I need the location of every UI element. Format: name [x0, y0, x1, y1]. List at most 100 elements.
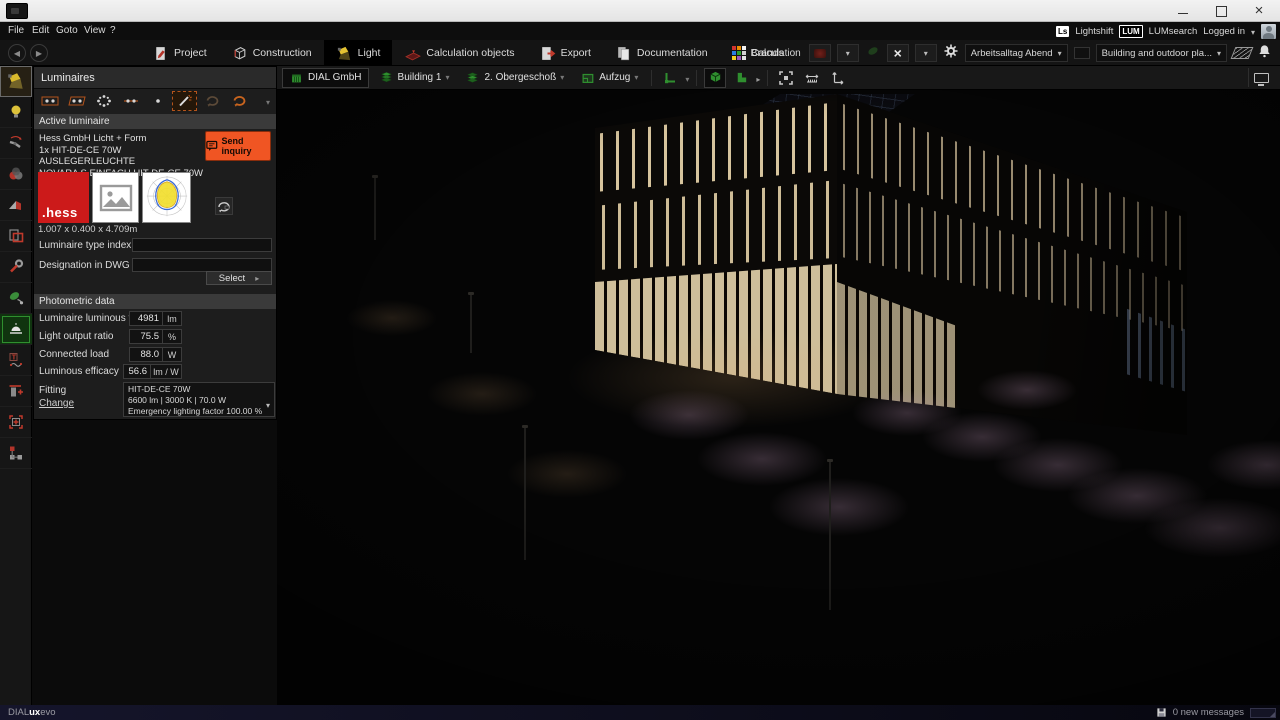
sidebar-item-lamps[interactable] [0, 97, 32, 128]
documentation-icon [615, 45, 632, 62]
calculation-objects-icon [404, 45, 421, 62]
speech-bubble-icon [206, 139, 218, 153]
zoom-fit-button[interactable] [775, 68, 797, 88]
single-luminaire-button[interactable] [145, 91, 170, 111]
load-unit: W [163, 347, 182, 362]
floor-select[interactable]: 2. Obergeschoß [459, 68, 570, 88]
display-options-button[interactable] [1248, 68, 1274, 87]
arrangement-more-dropdown[interactable] [266, 92, 270, 110]
user-avatar[interactable] [1261, 24, 1276, 39]
site-button[interactable]: DIAL GmbH [282, 68, 369, 88]
measure-height-button[interactable] [827, 68, 849, 88]
sidebar-item-tools[interactable] [0, 252, 32, 283]
view-3d-button[interactable] [704, 68, 726, 88]
lightshift-link[interactable]: Lightshift [1075, 26, 1113, 37]
photometric-diagram-thumbnail[interactable] [142, 172, 191, 223]
render-viewport[interactable] [277, 90, 1280, 705]
minimize-button[interactable] [1166, 0, 1200, 21]
calculation-options-dropdown[interactable] [915, 44, 937, 62]
load-value[interactable]: 88.0 [129, 347, 163, 362]
flux-value[interactable]: 4981 [129, 311, 163, 326]
sidebar-item-light-distribution[interactable] [0, 190, 32, 221]
tab-light[interactable]: Light [324, 40, 393, 66]
fitting-caret-icon[interactable] [266, 395, 270, 413]
fitting-select[interactable]: HIT-DE-CE 70W 6600 lm | 3000 K | 70.0 W … [123, 382, 275, 417]
sidebar-item-text[interactable]: T [0, 345, 32, 376]
light-scene-select[interactable]: Arbeitsalltag Abend [965, 44, 1068, 62]
tab-export[interactable]: Export [527, 40, 603, 66]
wand-tool-button[interactable] [172, 91, 197, 111]
send-inquiry-button[interactable]: Send inquiry [205, 131, 271, 161]
room-select[interactable]: Aufzug [574, 68, 644, 88]
viewport-toolbar: DIAL GmbH Building 1 2. Obergeschoß Aufz… [277, 66, 1280, 90]
view-plan-button[interactable] [730, 68, 752, 88]
lor-value[interactable]: 75.5 [129, 329, 163, 344]
calculation-dropdown[interactable] [837, 44, 859, 62]
tab-label: Light [358, 47, 381, 59]
lor-label: Light output ratio [39, 331, 114, 342]
sidebar-item-joints[interactable] [0, 128, 32, 159]
sidebar-item-colours[interactable] [0, 159, 32, 190]
tab-construction[interactable]: Construction [219, 40, 324, 66]
logged-in-menu[interactable]: Logged in [1203, 26, 1245, 37]
active-luminaire-header: Active luminaire [34, 114, 276, 129]
axes-icon [662, 70, 678, 86]
axes-caret-icon[interactable] [685, 69, 689, 87]
ramp-hatch-icon[interactable] [1231, 47, 1254, 59]
load-label: Connected load [39, 349, 109, 360]
sidebar-item-calculation-frame[interactable] [0, 407, 32, 438]
daylight-dome-icon [7, 320, 25, 338]
type-index-input[interactable] [132, 238, 272, 252]
tab-calculation-objects[interactable]: Calculation objects [392, 40, 526, 66]
photo-thumbnail[interactable] [92, 172, 139, 223]
dialux-brand: DIALuxevo [8, 707, 56, 718]
frame-plus-icon [7, 413, 25, 431]
change-link[interactable]: Change [39, 398, 74, 409]
tab-documentation[interactable]: Documentation [603, 40, 720, 66]
area-arrangement-button[interactable] [64, 91, 89, 111]
cube-3d-icon [708, 70, 723, 85]
coordinate-axes-button[interactable] [659, 68, 681, 88]
view-select[interactable]: Building and outdoor pla... [1096, 44, 1227, 62]
close-button[interactable] [1242, 0, 1276, 21]
settings-gear-icon[interactable] [943, 43, 959, 64]
single-arrangement-button[interactable] [37, 91, 62, 111]
sidebar-item-daylight[interactable] [0, 314, 32, 345]
maximize-button[interactable] [1204, 0, 1238, 21]
manufacturer-name: Hess GmbH Licht + Form [39, 133, 207, 145]
logged-in-caret-icon[interactable] [1251, 22, 1255, 40]
luminaire-dimensions: 1.007 x 0.400 x 4.709m [38, 224, 137, 235]
rotate-disabled-button[interactable] [199, 91, 224, 111]
sidebar-item-organisation[interactable] [0, 438, 32, 469]
back-button[interactable]: ◀ [8, 44, 26, 62]
polygon-arrangement-icon [68, 94, 86, 108]
sidebar-item-luminaires[interactable] [0, 66, 32, 97]
measure-distance-button[interactable] [801, 68, 823, 88]
line-arrangement-button[interactable] [118, 91, 143, 111]
plan-caret-icon[interactable] [756, 69, 760, 87]
building-layers-icon [379, 70, 394, 85]
cancel-calculation-button[interactable]: × [887, 44, 909, 62]
sidebar-item-column[interactable] [0, 376, 32, 407]
menu-help[interactable]: ? [104, 22, 122, 40]
scene-preview-icon[interactable] [1074, 47, 1090, 59]
efficacy-value: 56.6 [123, 364, 151, 379]
brand-logo-thumbnail[interactable]: .hess [38, 172, 89, 223]
flux-unit: lm [163, 311, 182, 326]
dwg-input[interactable] [132, 258, 272, 272]
lumsearch-link[interactable]: LUMsearch [1149, 26, 1198, 37]
calculation-label: Calculation [751, 48, 800, 59]
tab-project[interactable]: Project [140, 40, 219, 66]
notifications-bell-icon[interactable] [1257, 43, 1272, 64]
rotate-button[interactable] [226, 91, 251, 111]
messages-status[interactable]: 0 new messages [1173, 707, 1244, 718]
forward-button[interactable]: ▶ [30, 44, 48, 62]
sidebar-item-surfaces[interactable] [0, 221, 32, 252]
sidebar-item-energy[interactable] [0, 283, 32, 314]
select-button[interactable]: Select [206, 271, 272, 285]
circle-arrangement-button[interactable] [91, 91, 116, 111]
calculation-output-icon[interactable] [809, 44, 831, 62]
building-select[interactable]: Building 1 [373, 68, 456, 88]
tool-sidebar: T [0, 66, 32, 705]
swap-luminaire-button[interactable] [215, 197, 233, 215]
